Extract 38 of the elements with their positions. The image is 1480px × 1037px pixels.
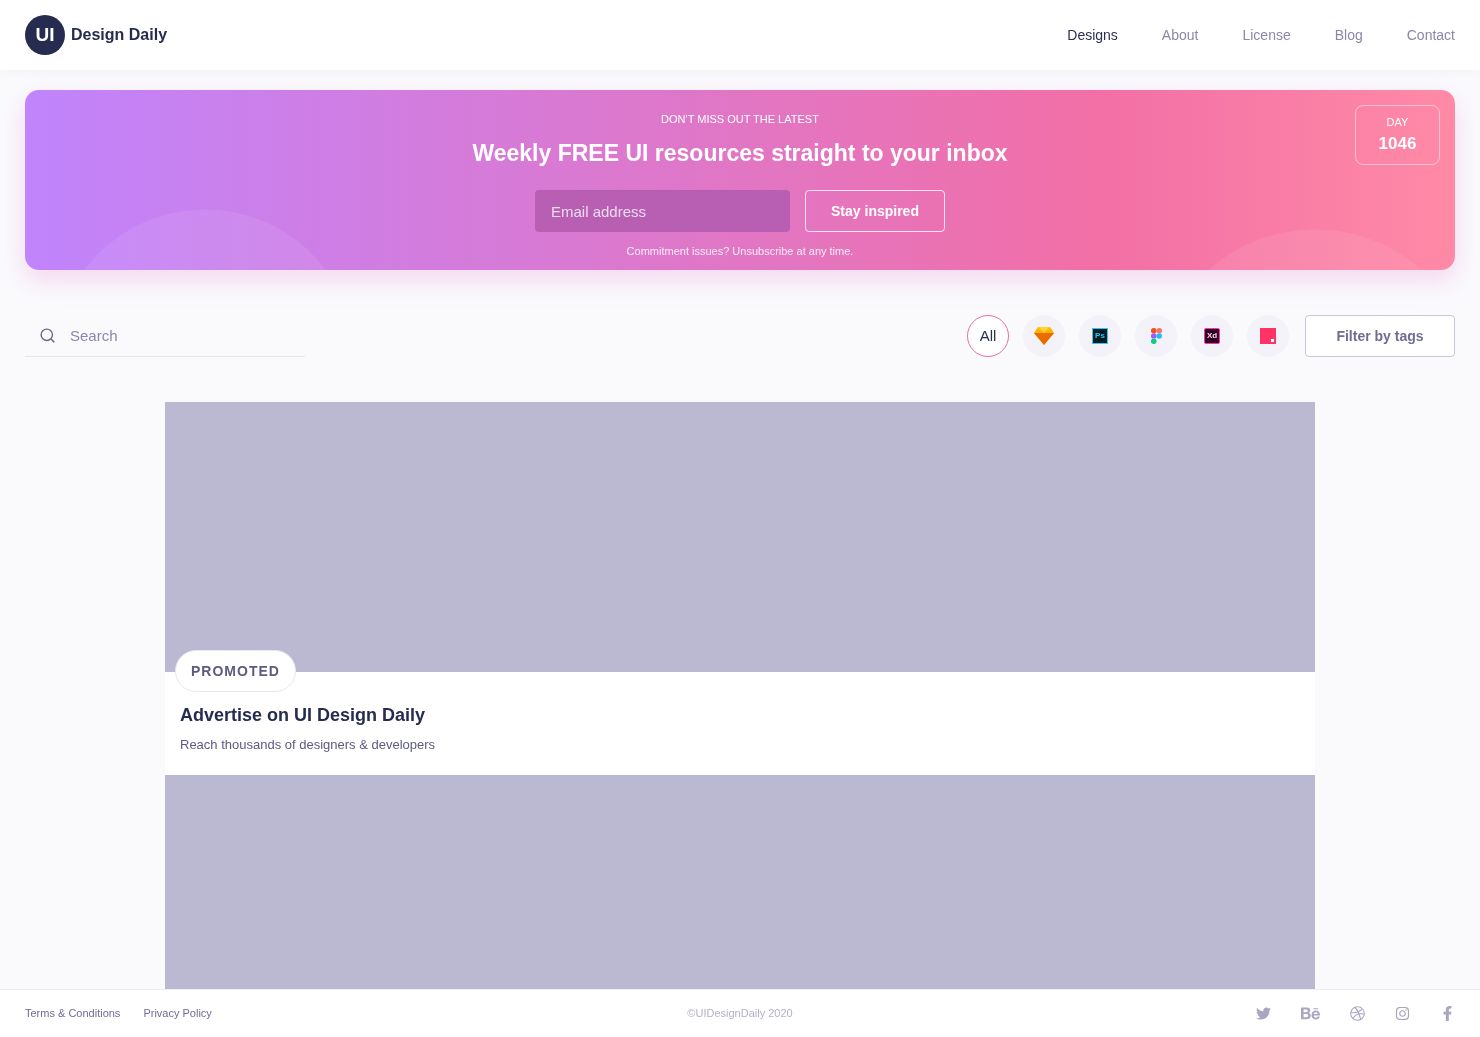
day-label: DAY [1386,115,1409,130]
day-number: 1046 [1378,132,1417,155]
nav-link[interactable]: Contact [1406,24,1455,46]
bird-icon[interactable] [1256,1006,1271,1021]
nav-link[interactable]: Designs [1067,24,1118,46]
filter-tool-button[interactable]: Xd [1191,315,1233,357]
filter-all-button[interactable]: All [967,315,1009,357]
banner-eyebrow: DON'T MISS OUT THE LATEST [661,112,819,127]
facebook-icon[interactable] [1440,1006,1455,1021]
copyright-text: ©UIDesignDaily 2020 [687,1006,793,1022]
square-icon [1260,328,1276,344]
footer-link[interactable]: Privacy Policy [143,1005,212,1022]
filter-by-tags-button[interactable]: Filter by tags [1305,315,1455,357]
card-subtitle: Reach thousands of designers & developers [180,736,437,754]
stay-inspired-button[interactable]: Stay inspired [805,190,945,232]
logo-text[interactable]: Design Daily [71,23,168,47]
filter-tool-button[interactable] [1023,315,1065,357]
filter-tool-button[interactable] [1247,315,1289,357]
photoshop-icon: Ps [1092,328,1108,344]
basketball-icon[interactable] [1350,1006,1365,1021]
promoted-badge: PROMOTED [175,650,296,692]
filter-tool-button[interactable] [1135,315,1177,357]
nav-link[interactable]: Blog [1334,24,1363,46]
logo-mark[interactable]: UI [25,15,65,55]
filter-tool-button[interactable]: Ps [1079,315,1121,357]
figma-icon [1150,328,1162,344]
banner-title: Weekly FREE UI resources straight to your inbox [472,138,1008,168]
footer-link[interactable]: Terms & Conditions [25,1005,121,1022]
search-icon [39,327,56,344]
email-field[interactable]: Email address [535,190,790,232]
nav-link[interactable]: About [1161,24,1199,46]
card-title[interactable]: Advertise on UI Design Daily [180,702,1300,729]
search-field[interactable]: Search [25,315,305,357]
diamond-icon [1034,327,1054,345]
nav-link[interactable]: License [1242,24,1291,46]
xd-icon: Xd [1204,328,1220,344]
camera-icon[interactable] [1395,1006,1410,1021]
banner-note: Commitment issues? Unsubscribe at any time. [626,244,854,259]
